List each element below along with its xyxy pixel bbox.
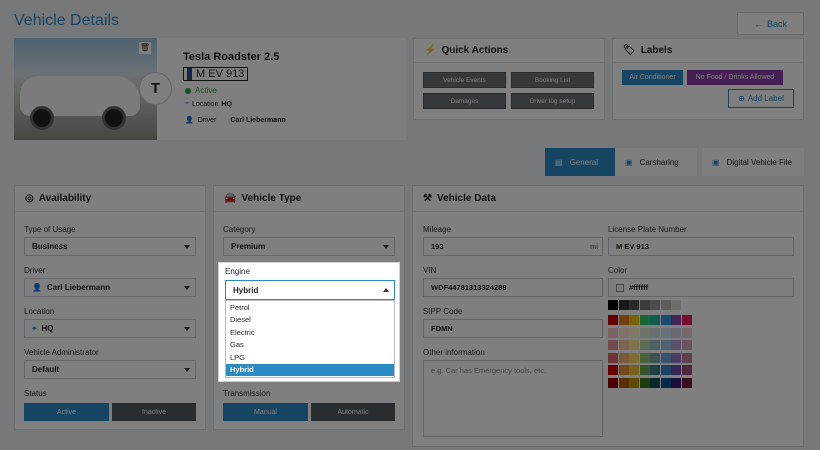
engine-option-lpg[interactable]: LPG (226, 351, 394, 364)
engine-option-diesel[interactable]: Diesel (226, 314, 394, 327)
engine-select[interactable]: Hybrid (225, 280, 395, 300)
engine-label: Engine (225, 267, 250, 276)
engine-dropdown-panel: Engine Hybrid Petrol Diesel Electric Gas… (218, 262, 400, 382)
engine-options-list: Petrol Diesel Electric Gas LPG Hybrid (225, 300, 395, 378)
engine-option-petrol[interactable]: Petrol (226, 301, 394, 314)
engine-option-gas[interactable]: Gas (226, 339, 394, 352)
chevron-up-icon (383, 288, 389, 292)
modal-overlay (0, 0, 820, 450)
vehicle-details-page: Vehicle Details ← Back 🗑 T Tesla Roadste… (0, 0, 820, 450)
engine-option-hybrid[interactable]: Hybrid (226, 363, 394, 376)
engine-option-electric[interactable]: Electric (226, 326, 394, 339)
